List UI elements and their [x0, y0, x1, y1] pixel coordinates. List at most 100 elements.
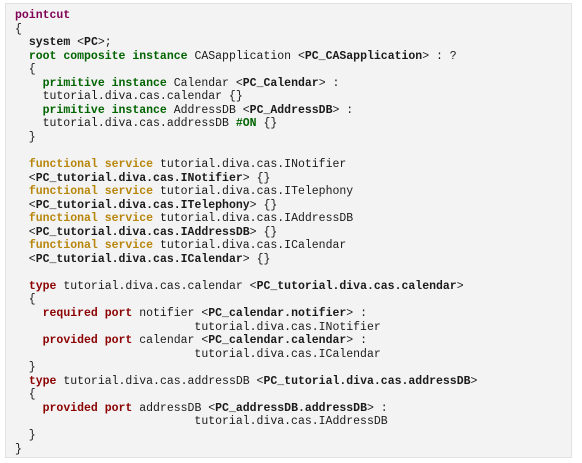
code-token: tutorial.diva.cas.IAddressDB	[153, 212, 354, 226]
code-token: PC_tutorial.diva.cas.addressDB	[263, 374, 471, 388]
code-token: <	[15, 171, 36, 185]
code-token: pointcut	[15, 9, 71, 22]
code-token: root composite instance	[28, 49, 188, 63]
code-line: {	[15, 388, 477, 402]
code-token: PC_tutorial.diva.cas.ITelephony	[35, 198, 250, 212]
code-token: > :	[366, 401, 388, 415]
code-line: }	[15, 361, 477, 375]
code-token: tutorial.diva.cas.addressDB	[15, 117, 236, 131]
code-token: {	[15, 22, 22, 36]
code-token: PC_CASapplication	[304, 49, 423, 63]
code-token: Calendar <	[166, 76, 243, 90]
code-token: > :	[332, 103, 354, 117]
code-token: {}	[256, 117, 278, 131]
code-token: > {}	[242, 171, 271, 185]
code-line: }	[15, 131, 477, 145]
code-token: }	[15, 130, 36, 144]
code-token: primitive instance	[42, 103, 167, 117]
code-line: }	[15, 443, 477, 457]
code-token: functional service	[28, 212, 154, 226]
code-token: tutorial.diva.cas.calendar {}	[15, 90, 243, 104]
code-token: primitive instance	[42, 76, 167, 90]
code-line: {	[15, 23, 477, 37]
code-token: tutorial.diva.cas.calendar <	[56, 279, 257, 293]
code-line: type tutorial.diva.cas.calendar <PC_tuto…	[15, 280, 477, 294]
code-token: }	[15, 428, 36, 442]
code-line: <PC_tutorial.diva.cas.ITelephony> {}	[15, 199, 477, 213]
code-token: PC_AddressDB	[249, 103, 333, 117]
code-token: > {}	[249, 225, 278, 239]
code-token: tutorial.diva.cas.INotifier	[153, 158, 347, 172]
code-token: tutorial.diva.cas.ITelephony	[153, 185, 354, 199]
code-line: primitive instance AddressDB <PC_Address…	[15, 104, 477, 118]
code-line: <PC_tutorial.diva.cas.INotifier> {}	[15, 172, 477, 186]
code-token: PC_Calendar	[242, 76, 319, 90]
code-token: tutorial.diva.cas.ICalendar	[153, 239, 347, 253]
code-token: }	[15, 361, 36, 375]
code-line: tutorial.diva.cas.INotifier	[15, 321, 477, 335]
code-token: >	[456, 279, 464, 293]
code-token: calendar <	[132, 334, 209, 348]
code-line: functional service tutorial.diva.cas.ICa…	[15, 239, 477, 253]
code-token: PC_tutorial.diva.cas.INotifier	[35, 171, 243, 185]
code-token: >	[470, 374, 478, 388]
code-token: {	[15, 63, 36, 77]
code-token: PC_addressDB.addressDB	[215, 401, 367, 415]
code-token: tutorial.diva.cas.addressDB <	[56, 374, 264, 388]
code-line: tutorial.diva.cas.calendar {}	[15, 90, 477, 104]
code-line: }	[15, 429, 477, 443]
code-line: functional service tutorial.diva.cas.INo…	[15, 158, 477, 172]
code-token: PC_tutorial.diva.cas.ICalendar	[35, 252, 243, 266]
code-token: functional service	[28, 158, 154, 172]
code-token: functional service	[28, 185, 154, 199]
code-line: primitive instance Calendar <PC_Calendar…	[15, 77, 477, 91]
code-token: PC_calendar.notifier	[208, 307, 347, 321]
code-token: tutorial.diva.cas.ICalendar	[15, 347, 381, 361]
code-token: > :	[318, 76, 340, 90]
code-token: PC_calendar.calendar	[208, 334, 347, 348]
code-token: <	[15, 252, 36, 266]
code-line: functional service tutorial.diva.cas.IAd…	[15, 212, 477, 226]
code-line: root composite instance CASapplication <…	[15, 50, 477, 64]
code-line: {	[15, 293, 477, 307]
code-token: notifier <	[132, 307, 209, 321]
code-line: <PC_tutorial.diva.cas.IAddressDB> {}	[15, 226, 477, 240]
code-token: functional service	[28, 239, 154, 253]
code-token: type	[28, 374, 57, 388]
code-token: type	[28, 279, 57, 293]
code-token: {	[15, 293, 36, 307]
code-line: provided port calendar <PC_calendar.cale…	[15, 334, 477, 348]
code-token: AddressDB <	[166, 103, 250, 117]
code-token: tutorial.diva.cas.INotifier	[15, 320, 381, 334]
code-line: tutorial.diva.cas.IAddressDB	[15, 415, 477, 429]
code-line: system <PC>;	[15, 36, 477, 50]
code-token: > :	[346, 307, 367, 321]
code-token: <	[15, 225, 36, 239]
code-line: type tutorial.diva.cas.addressDB <PC_tut…	[15, 374, 478, 389]
code-token: > {}	[249, 198, 278, 212]
code-token: <	[70, 36, 85, 50]
code-token: > : ?	[422, 49, 457, 63]
code-token: > {}	[242, 252, 271, 266]
code-token: CASapplication <	[187, 49, 305, 63]
code-listing-panel: pointcut{ system <PC>; root composite in…	[5, 3, 572, 458]
code-token: PC_tutorial.diva.cas.IAddressDB	[35, 225, 250, 239]
code-token: <	[15, 198, 36, 212]
code-token: provided port	[42, 401, 133, 415]
code-token: PC_tutorial.diva.cas.calendar	[256, 279, 457, 293]
code-line: tutorial.diva.cas.addressDB #ON {}	[15, 117, 477, 131]
code-token: >;	[97, 36, 112, 50]
